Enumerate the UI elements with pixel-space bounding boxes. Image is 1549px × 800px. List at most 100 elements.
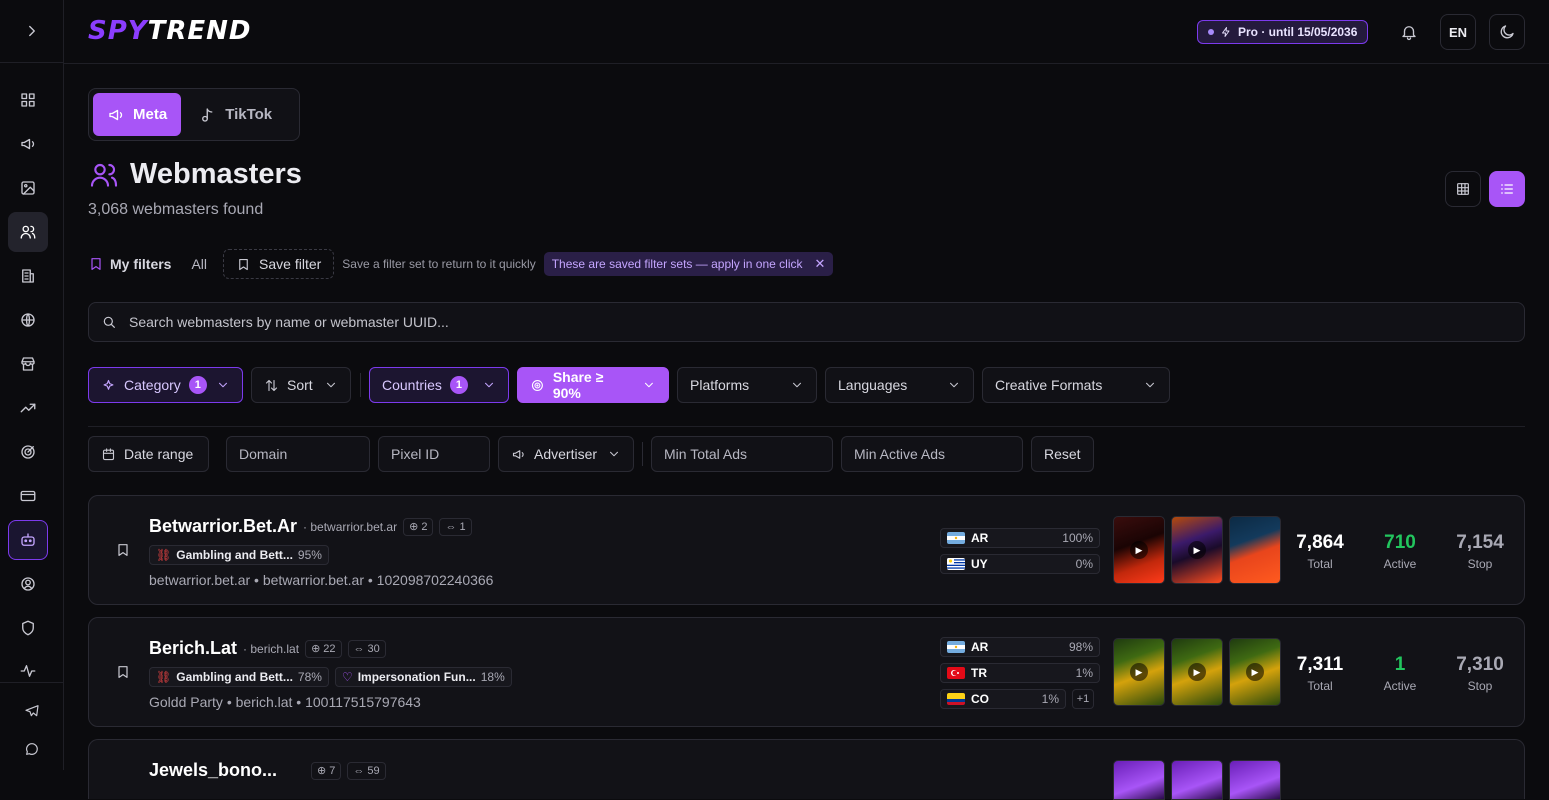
sidebar-item-trends[interactable]	[8, 388, 48, 428]
webmaster-card[interactable]: Berich.Lat · berich.lat ⊕ 22 ⇔ 30 ⛓ Gamblin…	[88, 617, 1525, 727]
languages-label: Languages	[838, 377, 908, 393]
ad-thumbnail[interactable]: ▶	[1171, 638, 1223, 706]
category-tags: ⛓ Gambling and Bett... 78% ♡ Impersonation …	[149, 667, 512, 687]
users-icon	[20, 225, 36, 239]
bookmark-icon[interactable]	[115, 542, 131, 558]
all-filters-link[interactable]: All	[191, 256, 207, 272]
sidebar-item-store[interactable]	[8, 344, 48, 384]
domain-input[interactable]: Domain	[226, 436, 370, 472]
sidebar-telegram-link[interactable]	[12, 692, 52, 730]
sidebar-item-domains[interactable]	[8, 300, 48, 340]
sort-dropdown[interactable]: Sort	[251, 367, 351, 403]
webmaster-header: Jewels_bono... ⊕ 7 ⇔ 59	[149, 760, 386, 781]
sites-count-value: 2	[421, 520, 428, 533]
language-button[interactable]: EN	[1440, 14, 1476, 50]
webmaster-domain: · betwarrior.bet.ar	[303, 519, 398, 534]
chevron-down-icon	[326, 382, 336, 388]
sidebar-item-dashboard[interactable]	[8, 80, 48, 120]
sidebar-item-billing[interactable]	[8, 476, 48, 516]
active-label: Active	[1383, 557, 1417, 571]
search-bar	[88, 302, 1525, 342]
sidebar-item-security[interactable]	[8, 608, 48, 648]
flag-uy-icon	[947, 558, 965, 570]
countries-filter[interactable]: Countries 1	[369, 367, 509, 403]
sidebar-item-bot[interactable]	[8, 520, 48, 560]
webmaster-name[interactable]: Betwarrior.Bet.Ar	[149, 516, 297, 537]
sidebar-chat-link[interactable]	[12, 730, 52, 768]
ad-thumbnail[interactable]: ▶	[1113, 516, 1165, 584]
play-icon: ▶	[1246, 663, 1264, 681]
my-filters-button[interactable]: My filters	[88, 256, 171, 272]
webmaster-card[interactable]: Jewels_bono... ⊕ 7 ⇔ 59	[88, 739, 1525, 800]
stopped-ads-stat: 7,310 Stop	[1440, 654, 1520, 693]
sidebar-item-companies[interactable]	[8, 256, 48, 296]
ad-thumbnail[interactable]: ▶	[1171, 516, 1223, 584]
webmaster-name[interactable]: Berich.Lat	[149, 638, 237, 659]
play-icon: ▶	[1188, 541, 1206, 559]
sidebar-item-ads[interactable]	[8, 124, 48, 164]
theme-toggle-button[interactable]	[1489, 14, 1525, 50]
languages-filter[interactable]: Languages	[825, 367, 974, 403]
sidebar-item-creatives[interactable]	[8, 168, 48, 208]
status-dot	[1208, 29, 1214, 35]
platform-tab-tiktok[interactable]: TikTok	[185, 93, 286, 136]
advertiser-dropdown[interactable]: Advertiser	[498, 436, 634, 472]
ad-thumbnail[interactable]	[1171, 760, 1223, 800]
moon-icon	[1500, 25, 1514, 39]
flag-ar-icon	[947, 641, 965, 653]
share-filter[interactable]: Share ≥ 90%	[517, 367, 669, 403]
date-range-filter[interactable]: Date range	[88, 436, 209, 472]
ad-thumbnail[interactable]: ▶	[1113, 638, 1165, 706]
geo-row: AR 100%	[940, 528, 1100, 548]
grid-view-button[interactable]	[1445, 171, 1481, 207]
platform-switch: Meta TikTok	[88, 88, 300, 141]
save-filter-button[interactable]: Save filter	[223, 249, 335, 279]
min-total-ads-input[interactable]: Min Total Ads	[651, 436, 833, 472]
webmaster-card[interactable]: Betwarrior.Bet.Ar · betwarrior.bet.ar ⊕ 2…	[88, 495, 1525, 605]
total-value: 7,864	[1296, 532, 1344, 553]
tag-percent: 18%	[480, 670, 505, 684]
links-count: ⇔ 30	[347, 639, 386, 658]
ad-thumbnail[interactable]	[1229, 516, 1281, 584]
sidebar-expand-button[interactable]	[0, 0, 63, 63]
ad-thumbnail[interactable]: ▶	[1229, 638, 1281, 706]
ad-thumbnail[interactable]	[1229, 760, 1281, 800]
play-icon: ▶	[1130, 541, 1148, 559]
flag-co-icon	[947, 693, 965, 705]
list-view-button[interactable]	[1489, 171, 1525, 207]
tag-name: Impersonation Fun...	[357, 670, 476, 684]
total-value: 7,311	[1296, 654, 1344, 675]
notifications-button[interactable]	[1391, 14, 1427, 50]
logo[interactable]: SPYTREND	[88, 17, 251, 45]
platforms-filter[interactable]: Platforms	[677, 367, 817, 403]
pixel-id-input[interactable]: Pixel ID	[378, 436, 490, 472]
sidebar-item-activity[interactable]	[8, 652, 48, 690]
active-label: Active	[1383, 679, 1417, 693]
webmaster-name[interactable]: Jewels_bono...	[149, 760, 277, 781]
tag-percent: 95%	[297, 548, 322, 562]
play-icon: ▶	[1188, 663, 1206, 681]
min-active-ads-input[interactable]: Min Active Ads	[841, 436, 1023, 472]
reset-button[interactable]: Reset	[1031, 436, 1094, 472]
bot-icon	[21, 533, 35, 546]
close-icon[interactable]: ✕	[814, 256, 825, 272]
links-count-value: 59	[367, 764, 380, 777]
sidebar-item-webmasters[interactable]	[8, 212, 48, 252]
saved-filters-tip: These are saved filter sets — apply in o…	[543, 252, 834, 276]
more-geos-badge[interactable]: +1	[1072, 689, 1094, 709]
platform-tab-label: Meta	[133, 106, 168, 123]
category-filter[interactable]: Category 1	[88, 367, 243, 403]
pro-status-badge[interactable]: Pro · until 15/05/2036	[1197, 20, 1369, 44]
pixel-id-placeholder: Pixel ID	[391, 446, 440, 462]
search-input[interactable]	[129, 314, 1512, 330]
sidebar-item-profile[interactable]	[8, 564, 48, 604]
bookmark-icon[interactable]	[115, 664, 131, 680]
sidebar-item-targets[interactable]	[8, 432, 48, 472]
creative-formats-filter[interactable]: Creative Formats	[982, 367, 1170, 403]
platform-tab-label: TikTok	[225, 106, 273, 123]
creative-formats-label: Creative Formats	[995, 377, 1103, 393]
platform-tab-meta[interactable]: Meta	[93, 93, 182, 136]
chevron-right-icon	[28, 25, 35, 37]
gambling-icon: ⛓	[156, 548, 172, 562]
ad-thumbnail[interactable]	[1113, 760, 1165, 800]
